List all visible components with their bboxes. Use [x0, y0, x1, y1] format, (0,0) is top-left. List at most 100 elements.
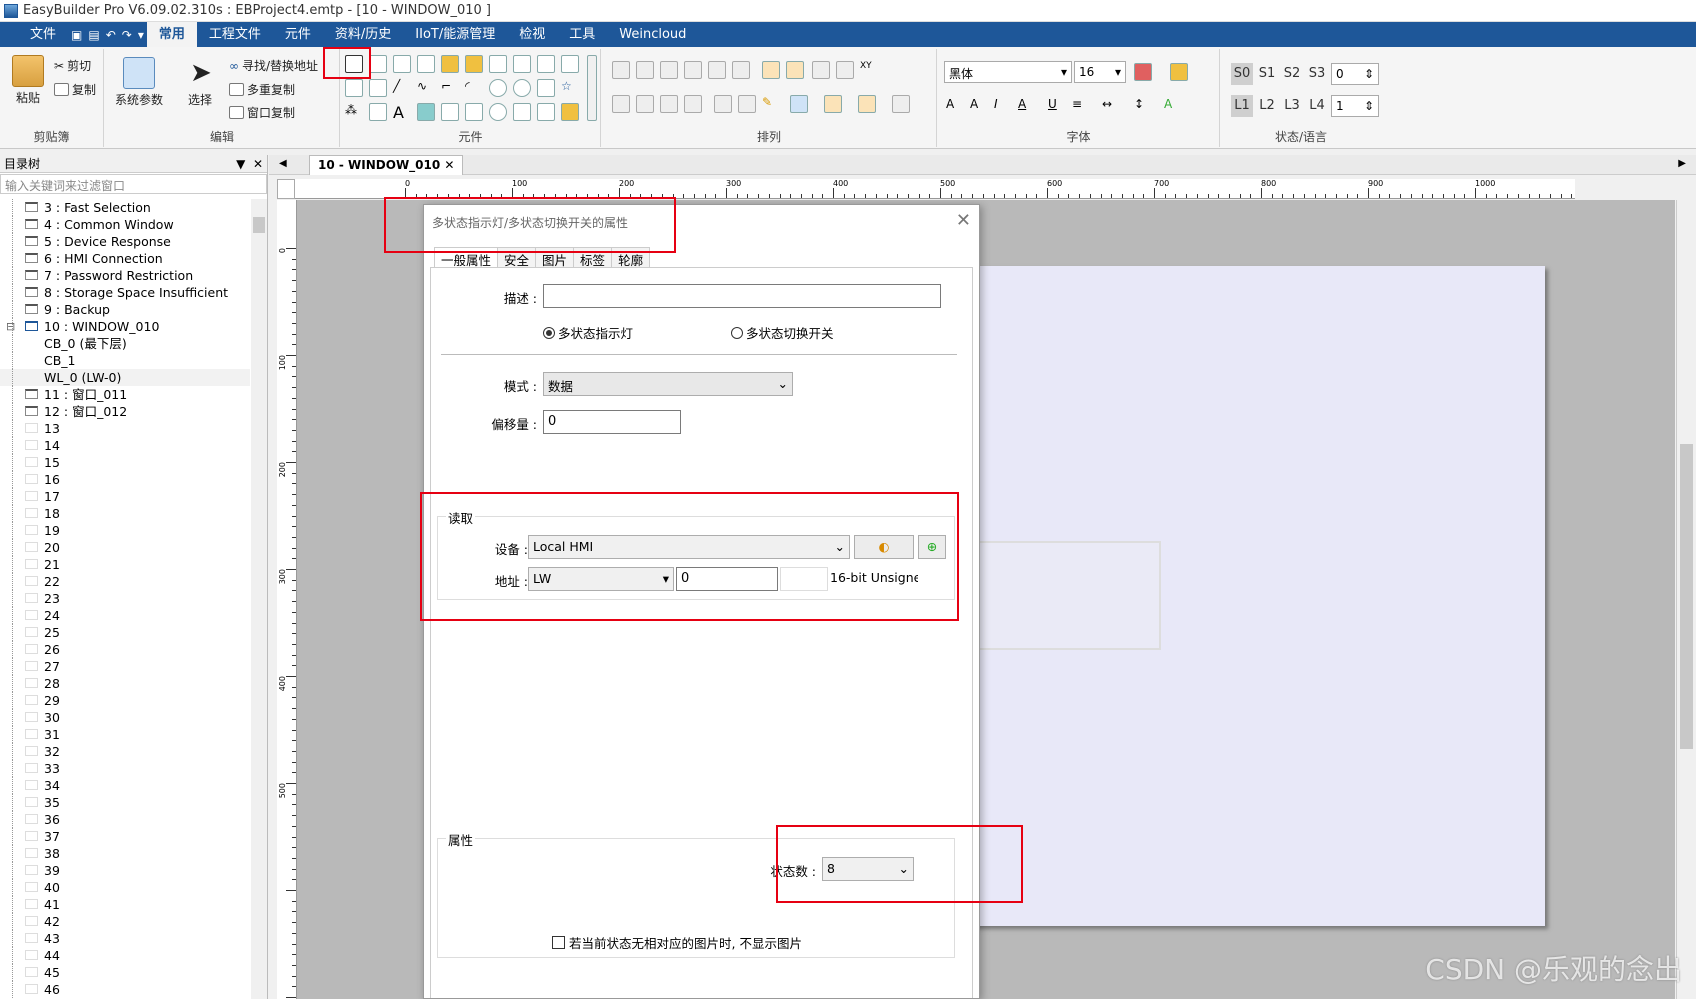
italic-icon[interactable]: I — [994, 97, 1012, 115]
tree-item[interactable]: 12 : 窗口_012 — [0, 403, 250, 420]
size-icon[interactable] — [738, 95, 756, 113]
tree-item[interactable]: 31 — [0, 726, 250, 743]
lang-l1-button[interactable]: L1 — [1231, 95, 1253, 117]
line-tool-icon[interactable]: ╱ — [393, 79, 411, 97]
distribute-h-icon[interactable] — [812, 61, 830, 79]
tree-item[interactable]: 41 — [0, 896, 250, 913]
align-center-icon[interactable] — [636, 61, 654, 79]
tree-scrollbar[interactable] — [251, 199, 267, 999]
radio-multistate-switch[interactable]: 多状态切换开关 — [731, 323, 834, 342]
toggle-tool-icon[interactable] — [561, 103, 579, 121]
font-size-select[interactable]: 16 ▾ — [1074, 61, 1126, 83]
tree-item[interactable]: 14 — [0, 437, 250, 454]
copy-button[interactable]: 复制 — [54, 81, 96, 98]
tree-filter-input[interactable]: 输入关键词来过滤窗口 — [0, 174, 267, 194]
tree-item[interactable]: 35 — [0, 794, 250, 811]
tree-item[interactable]: 45 — [0, 964, 250, 981]
tree-item[interactable]: ⊟ 10 : WINDOW_010 — [0, 318, 250, 335]
menu-tools[interactable]: 工具 — [557, 22, 607, 47]
tree-item[interactable]: 9 : Backup — [0, 301, 250, 318]
ungroup-icon[interactable] — [636, 95, 654, 113]
tree-item[interactable]: 22 — [0, 573, 250, 590]
pin-icon[interactable]: ✎ — [762, 95, 780, 113]
description-input[interactable] — [543, 284, 941, 308]
tab-close-icon[interactable]: ✕ — [444, 158, 454, 172]
save-all-icon[interactable]: ▤ — [85, 28, 102, 42]
tree-item[interactable]: 38 — [0, 845, 250, 862]
state-s3-button[interactable]: S3 — [1306, 63, 1328, 85]
lamp-tool-icon[interactable] — [489, 103, 507, 121]
arc-tool-icon[interactable]: ◜ — [465, 79, 483, 97]
state-s0-button[interactable]: S0 — [1231, 63, 1253, 85]
multistate-object-placeholder[interactable] — [978, 541, 1161, 650]
tree-item[interactable]: 44 — [0, 947, 250, 964]
bring-front-icon[interactable] — [824, 95, 842, 113]
char-spacing-icon[interactable]: ↔ — [1102, 97, 1120, 115]
xy-position-icon[interactable]: XY — [860, 61, 878, 79]
same-height-icon[interactable] — [786, 61, 804, 79]
tree-item[interactable]: 33 — [0, 760, 250, 777]
number-display-tool-icon[interactable] — [537, 103, 555, 121]
close-icon[interactable]: ✕ — [253, 157, 263, 171]
tree-item[interactable]: 18 — [0, 505, 250, 522]
lang-l3-button[interactable]: L3 — [1281, 95, 1303, 117]
same-width-icon[interactable] — [762, 61, 780, 79]
tree-item[interactable]: 11 : 窗口_011 — [0, 386, 250, 403]
rotate-icon[interactable] — [660, 95, 678, 113]
align-right-icon[interactable] — [660, 61, 678, 79]
tree-item[interactable]: 34 — [0, 777, 250, 794]
align-left-icon[interactable] — [612, 61, 630, 79]
tree-item[interactable]: 30 — [0, 709, 250, 726]
grid-icon[interactable] — [892, 95, 910, 113]
combo-tool-icon[interactable] — [513, 55, 531, 73]
group-icon[interactable] — [612, 95, 630, 113]
tree-item[interactable]: 46 — [0, 981, 250, 998]
tree-item[interactable]: WL_0 (LW-0) — [0, 369, 250, 386]
select-button[interactable]: ➤ 选择 — [185, 57, 215, 108]
tree-item[interactable]: 25 — [0, 624, 250, 641]
tab-window-010[interactable]: 10 - WINDOW_010 ✕ — [309, 155, 464, 175]
tree-item[interactable]: 17 — [0, 488, 250, 505]
slider-tool-icon[interactable] — [537, 55, 555, 73]
connector-tool-icon[interactable]: ⌐ — [441, 79, 459, 97]
align-top-icon[interactable] — [684, 61, 702, 79]
cut-button[interactable]: ✂ 剪切 — [54, 57, 91, 74]
distribute-v-icon[interactable] — [836, 61, 854, 79]
lang-l2-button[interactable]: L2 — [1256, 95, 1278, 117]
collapse-icon[interactable]: ⊟ — [6, 318, 15, 335]
set-word-tool-icon[interactable] — [465, 55, 483, 73]
state-spinner[interactable]: 0 ⇕ — [1331, 63, 1379, 85]
dropdown-icon[interactable]: ▼ — [236, 157, 245, 171]
customize-icon[interactable]: ▾ — [135, 28, 147, 42]
menu-home[interactable]: 常用 — [146, 22, 197, 47]
paste-button[interactable]: 粘贴 — [10, 55, 46, 106]
tree-item[interactable]: 32 — [0, 743, 250, 760]
font-family-select[interactable]: 黑体 ▾ — [944, 61, 1072, 83]
menu-project[interactable]: 工程文件 — [197, 22, 273, 47]
numeric-tool-icon[interactable] — [417, 55, 435, 73]
menu-data-history[interactable]: 资料/历史 — [323, 22, 403, 47]
tree-item[interactable]: 3 : Fast Selection — [0, 199, 250, 216]
underline-icon[interactable]: U — [1048, 97, 1066, 115]
flip-icon[interactable] — [684, 95, 702, 113]
tree-item[interactable]: 21 — [0, 556, 250, 573]
word-lamp-tool-icon[interactable] — [393, 55, 411, 73]
circle-tool-icon[interactable] — [489, 79, 507, 97]
tree-item[interactable]: 6 : HMI Connection — [0, 250, 250, 267]
picture-tool-icon[interactable] — [417, 103, 435, 121]
components-gallery-scroll[interactable] — [587, 55, 597, 121]
function-key-tool-icon[interactable] — [489, 55, 507, 73]
find-replace-button[interactable]: ∞ 寻找/替换地址 — [229, 57, 318, 74]
state-s2-button[interactable]: S2 — [1281, 63, 1303, 85]
tree-item[interactable]: CB_1 — [0, 352, 250, 369]
tree-item[interactable]: 37 — [0, 828, 250, 845]
tree-item[interactable]: 29 — [0, 692, 250, 709]
tree-item[interactable]: 20 — [0, 539, 250, 556]
redo-icon[interactable]: ↷ — [119, 28, 135, 42]
dialog-close-icon[interactable]: ✕ — [956, 210, 971, 231]
list-tool-icon[interactable] — [561, 55, 579, 73]
language-spinner[interactable]: 1 ⇕ — [1331, 95, 1379, 117]
pie-tool-icon[interactable] — [513, 79, 531, 97]
align-middle-icon[interactable] — [708, 61, 726, 79]
tree-item[interactable]: 28 — [0, 675, 250, 692]
